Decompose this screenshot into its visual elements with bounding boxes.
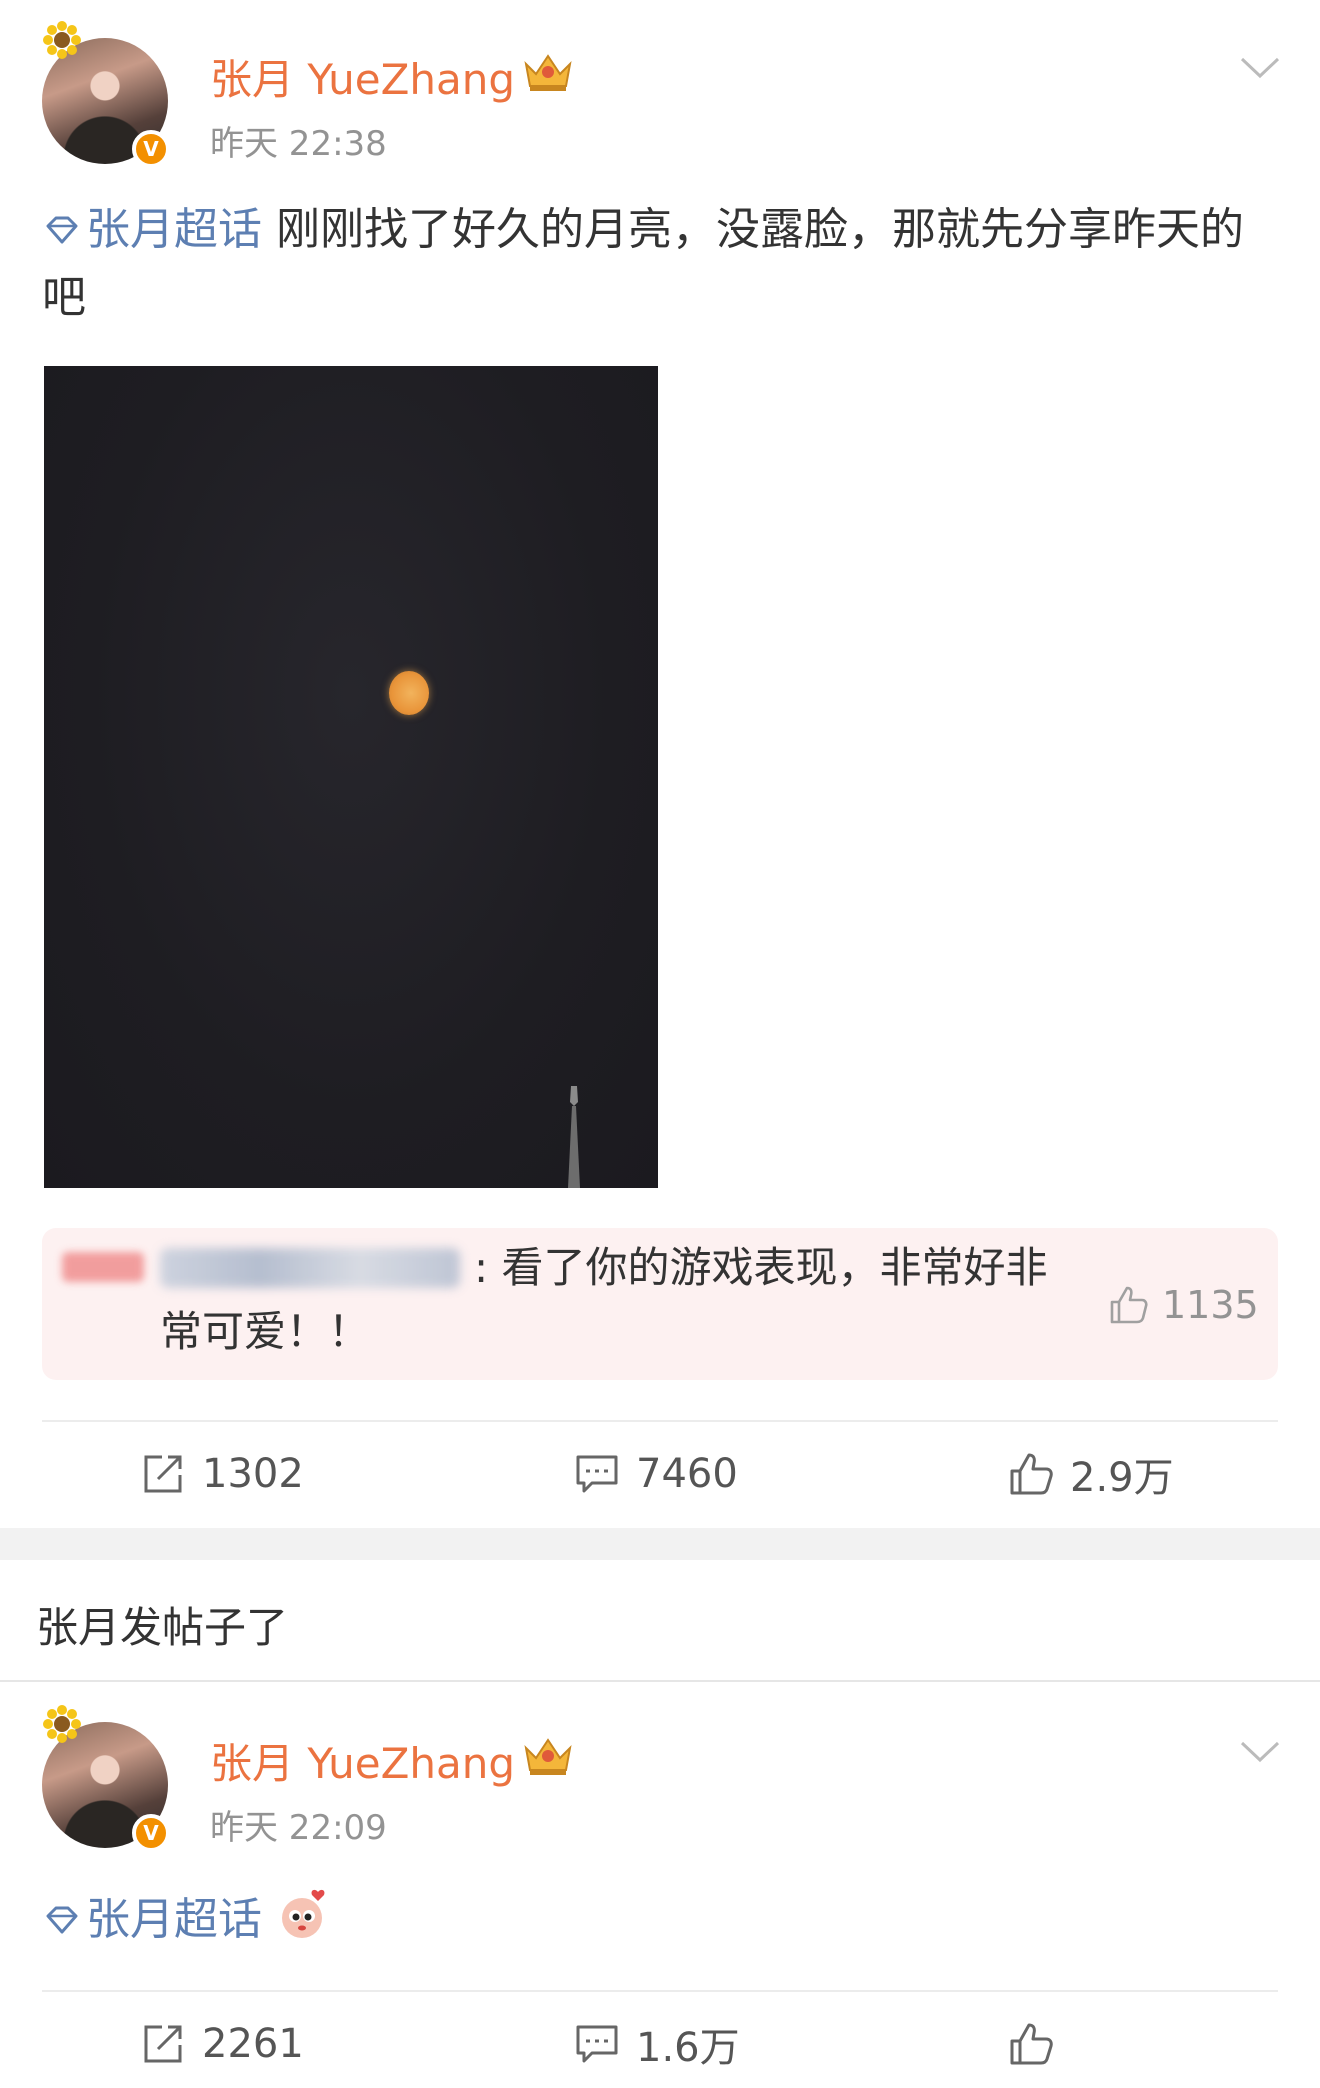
divider [0, 1680, 1320, 1682]
chevron-down-icon[interactable] [1240, 1740, 1280, 1764]
supertopic-link[interactable]: 张月超话 [42, 204, 262, 255]
action-bar: 1302 7460 2.9万 [0, 1434, 1320, 1514]
post-body: 张月超话 [42, 1884, 1282, 1954]
commenter-badge-blurred [62, 1252, 144, 1282]
avatar[interactable]: V [40, 1704, 170, 1852]
moon [389, 671, 429, 715]
supertopic-label: 张月超话 [86, 204, 262, 255]
comment-icon [576, 1455, 618, 1493]
supertopic-label: 张月超话 [86, 1894, 262, 1945]
repost-icon [144, 1455, 182, 1493]
like-count: 2.9万 [1070, 1455, 1174, 1501]
hot-comment[interactable]: : 看了你的游戏表现，非常好非常可爱！！ 1135 [42, 1228, 1278, 1380]
repost-count: 2261 [202, 2021, 304, 2067]
crown-icon[interactable] [520, 1734, 576, 1778]
thumb-up-icon [1010, 1453, 1053, 1495]
thumb-up-icon [1110, 1286, 1148, 1324]
sunflower-icon [43, 21, 81, 59]
comment-icon [576, 2025, 618, 2063]
thumb-up-icon [1010, 2023, 1053, 2065]
weibo-post: V 张月 YueZhang 昨天 22:09 张月超话 2261 1.6万 [0, 1684, 1320, 2088]
repost-button[interactable]: 2261 [140, 2004, 304, 2084]
tower-spire [568, 1086, 580, 1188]
post-timestamp: 昨天 22:38 [210, 124, 387, 164]
post-timestamp: 昨天 22:09 [210, 1808, 387, 1848]
like-button[interactable] [1008, 2004, 1070, 2084]
comment-like-button[interactable]: 1135 [1108, 1280, 1259, 1330]
avatar[interactable]: V [40, 20, 170, 168]
verified-v-icon: V [132, 130, 170, 168]
like-button[interactable]: 2.9万 [1008, 1434, 1174, 1514]
username[interactable]: 张月 YueZhang [210, 46, 515, 107]
verified-v-icon: V [132, 1814, 170, 1852]
repost-button[interactable]: 1302 [140, 1434, 304, 1514]
comment-count: 1.6万 [636, 2025, 740, 2071]
comment-like-count: 1135 [1162, 1283, 1259, 1327]
crown-icon[interactable] [520, 50, 576, 94]
supertopic-link[interactable]: 张月超话 [42, 1894, 262, 1945]
repost-count: 1302 [202, 1451, 304, 1497]
comment-button[interactable]: 1.6万 [574, 2004, 740, 2084]
sunflower-icon [43, 1705, 81, 1743]
comment-button[interactable]: 7460 [574, 1434, 738, 1514]
action-bar: 2261 1.6万 [0, 2004, 1320, 2084]
weibo-post: V 张月 YueZhang 昨天 22:38 张月超话 刚刚找了好久的月亮，没露… [0, 0, 1320, 1528]
divider [42, 1420, 1278, 1422]
cute-face-emoji-icon [282, 1889, 325, 1938]
diamond-icon [46, 216, 78, 244]
post-body: 张月超话 刚刚找了好久的月亮，没露脸，那就先分享昨天的吧 [42, 196, 1282, 332]
comment-text: : 看了你的游戏表现，非常好非常可爱！！ [160, 1243, 1048, 1356]
divider [42, 1990, 1278, 1992]
night-sky-moon-photo[interactable] [44, 366, 658, 1188]
repost-icon [144, 2025, 182, 2063]
diamond-icon [46, 1906, 78, 1934]
chevron-down-icon[interactable] [1240, 56, 1280, 80]
username[interactable]: 张月 YueZhang [210, 1730, 515, 1791]
feed-separator [0, 1528, 1320, 1560]
comment-count: 7460 [636, 1451, 738, 1497]
section-title: 张月发帖子了 [36, 1603, 289, 1652]
